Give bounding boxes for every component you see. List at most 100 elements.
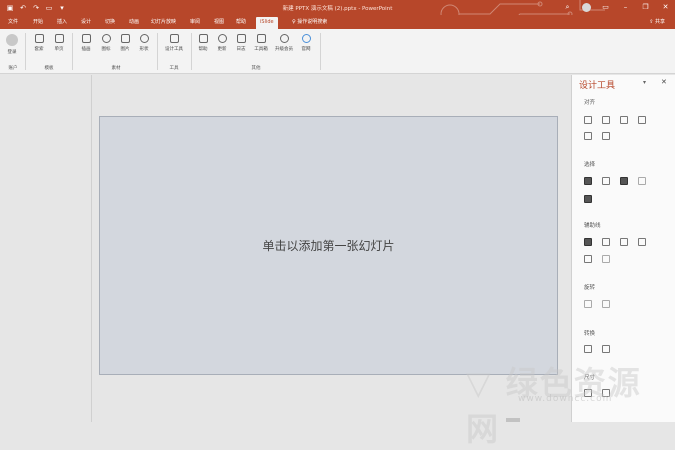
scrollbar-thumb[interactable]: [506, 418, 520, 422]
align-right-icon[interactable]: [620, 116, 628, 124]
group-separator: [320, 33, 321, 70]
align-center-icon[interactable]: [602, 116, 610, 124]
size-scale-icon[interactable]: [602, 389, 610, 397]
picture-label: 图片: [120, 47, 130, 52]
select-fill-icon[interactable]: [620, 177, 628, 185]
share-icon: ⇪: [649, 19, 654, 25]
picture-button[interactable]: 图片: [117, 34, 133, 52]
website-icon: [301, 34, 311, 43]
section-guides: 辅助线: [584, 223, 601, 229]
align-left-icon[interactable]: [584, 116, 592, 124]
guide-vertical-icon[interactable]: [602, 238, 610, 246]
tab-view[interactable]: 视图: [210, 17, 228, 29]
tell-me-label: 操作说明搜索: [297, 19, 328, 25]
toolbox-icon: [256, 34, 266, 43]
share-button[interactable]: ⇪ 共享: [649, 17, 665, 27]
lightbulb-icon: ♀: [292, 19, 296, 25]
ribbon: 登录 账户 套索 单页 模板 插画 图标 图片 形状 素材 设计工具 工具 帮助…: [0, 29, 675, 74]
design-tools-icon: [169, 34, 179, 43]
login-label: 登录: [7, 50, 17, 55]
title-bar: ▣ ↶ ↷ ▭ ▾ 新建 PPTX 演示文稿 (2).pptx - PowerP…: [0, 0, 675, 25]
size-same-icon[interactable]: [584, 389, 592, 397]
log-button[interactable]: 日志: [233, 34, 249, 52]
close-icon[interactable]: ✕: [660, 2, 671, 13]
help-button[interactable]: 帮助: [195, 34, 211, 52]
group-separator: [191, 33, 192, 70]
single-page-button[interactable]: 单页: [51, 34, 67, 52]
lasso-label: 套索: [34, 47, 44, 52]
slide-thumbnail-pane[interactable]: [0, 75, 92, 422]
group-separator: [157, 33, 158, 70]
account-avatar[interactable]: [582, 3, 591, 12]
update-label: 更新: [217, 47, 227, 52]
select-group-icon[interactable]: [584, 195, 592, 203]
search-icon[interactable]: ⌕: [562, 2, 573, 13]
picture-icon: [120, 34, 130, 43]
guide-rows-icon[interactable]: [584, 255, 592, 263]
add-first-slide-text: 单击以添加第一张幻灯片: [262, 239, 395, 253]
group-separator: [72, 33, 73, 70]
flip-vertical-icon[interactable]: [602, 300, 610, 308]
shape-label: 形状: [139, 47, 149, 52]
login-button[interactable]: 登录: [4, 34, 20, 55]
convert-to-shape-icon[interactable]: [602, 345, 610, 353]
align-top-icon[interactable]: [638, 116, 646, 124]
share-label: 共享: [654, 19, 665, 25]
tab-islide[interactable]: iSlide: [256, 17, 278, 29]
tab-slideshow[interactable]: 幻灯片放映: [147, 17, 180, 29]
shape-button[interactable]: 形状: [136, 34, 152, 52]
empty-slide-placeholder[interactable]: 单击以添加第一张幻灯片: [99, 116, 558, 375]
guide-clear-icon[interactable]: [602, 255, 610, 263]
pane-close-icon[interactable]: ✕: [661, 78, 667, 86]
icon-library-label: 图标: [101, 47, 111, 52]
convert-to-image-icon[interactable]: [584, 345, 592, 353]
guide-columns-icon[interactable]: [638, 238, 646, 246]
tab-file[interactable]: 文件: [4, 17, 22, 29]
design-tools-button[interactable]: 设计工具: [163, 34, 185, 52]
toolbox-button[interactable]: 工具箱: [251, 34, 271, 52]
illustration-icon: [81, 34, 91, 43]
guide-margin-icon[interactable]: [584, 238, 592, 246]
guide-horizontal-icon[interactable]: [620, 238, 628, 246]
pane-options-icon[interactable]: ▾: [643, 79, 646, 86]
restore-icon[interactable]: ❐: [640, 2, 651, 13]
align-middle-icon[interactable]: [584, 132, 592, 140]
upgrade-vip-button[interactable]: 升级会员: [273, 34, 295, 52]
tell-me-box[interactable]: ♀ 操作说明搜索: [292, 17, 327, 27]
group-label-material: 素材: [111, 66, 121, 71]
minimize-icon[interactable]: –: [620, 2, 631, 13]
section-rotate: 旋转: [584, 285, 596, 291]
tab-insert[interactable]: 插入: [53, 17, 71, 29]
pane-title: 设计工具: [579, 81, 616, 91]
single-page-label: 单页: [54, 47, 64, 52]
design-tools-label: 设计工具: [165, 47, 183, 52]
ribbon-display-options-icon[interactable]: ▭: [600, 2, 611, 13]
tab-transitions[interactable]: 切换: [101, 17, 119, 29]
illustration-label: 插画: [81, 47, 91, 52]
update-button[interactable]: 更新: [214, 34, 230, 52]
select-inverse-icon[interactable]: [602, 177, 610, 185]
flip-horizontal-icon[interactable]: [584, 300, 592, 308]
upgrade-vip-label: 升级会员: [275, 47, 293, 52]
official-site-button[interactable]: 官网: [298, 34, 314, 52]
toolbox-label: 工具箱: [254, 47, 268, 52]
select-same-icon[interactable]: [584, 177, 592, 185]
illustration-button[interactable]: 插画: [78, 34, 94, 52]
ribbon-tabs: 文件 开始 插入 设计 切换 动画 幻灯片放映 审阅 视图 帮助 iSlide …: [0, 15, 675, 29]
log-label: 日志: [236, 47, 246, 52]
tab-animations[interactable]: 动画: [125, 17, 143, 29]
user-icon: [6, 34, 18, 46]
tab-home[interactable]: 开始: [29, 17, 47, 29]
tab-design[interactable]: 设计: [77, 17, 95, 29]
section-convert: 转换: [584, 331, 596, 337]
tab-help[interactable]: 帮助: [232, 17, 250, 29]
tab-review[interactable]: 审阅: [186, 17, 204, 29]
icon-library-button[interactable]: 图标: [98, 34, 114, 52]
lasso-button[interactable]: 套索: [31, 34, 47, 52]
single-page-icon: [54, 34, 64, 43]
lasso-icon: [34, 34, 44, 43]
help-label: 帮助: [198, 47, 208, 52]
align-bottom-icon[interactable]: [602, 132, 610, 140]
slide-canvas-area: 单击以添加第一张幻灯片: [92, 75, 571, 422]
select-eyedropper-icon[interactable]: [638, 177, 646, 185]
